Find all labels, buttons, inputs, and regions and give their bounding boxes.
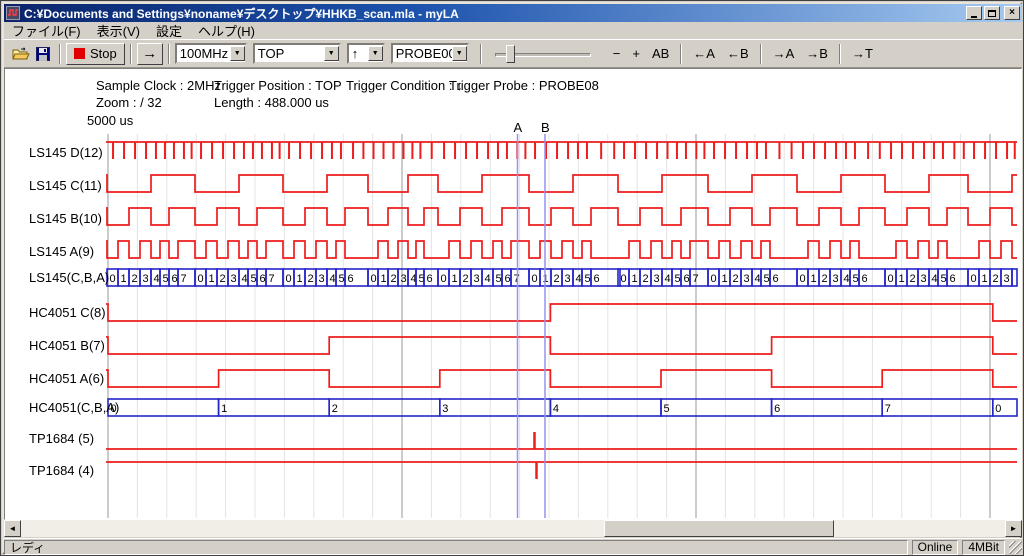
signal-label-ls145-c-b-a-: LS145(C,B,A) xyxy=(29,270,109,285)
horizontal-scrollbar[interactable]: ◄ ► xyxy=(4,520,1022,537)
trigger-probe-combo[interactable]: PROBE00 ▼ xyxy=(391,43,469,64)
signal-label-hc4051-a-6-: HC4051 A(6) xyxy=(29,371,104,386)
waveform-client-area[interactable] xyxy=(4,68,1022,520)
scroll-left-icon: ◄ xyxy=(9,524,17,533)
scroll-right-icon: ► xyxy=(1010,524,1018,533)
stop-icon xyxy=(74,48,85,59)
sample-clock-combo[interactable]: 100MHz ▼ xyxy=(175,43,247,64)
signal-label-tp1684-4-: TP1684 (4) xyxy=(29,463,94,478)
chevron-down-icon[interactable]: ▼ xyxy=(368,46,383,61)
toolbar-separator xyxy=(480,44,482,64)
menu-settings[interactable]: 設定 xyxy=(148,20,190,41)
zoom-slider-thumb[interactable] xyxy=(506,45,515,63)
open-folder-icon xyxy=(12,47,30,61)
signal-label-ls145-a-9-: LS145 A(9) xyxy=(29,244,94,259)
status-bar: レディ Online 4MBit xyxy=(4,538,1022,555)
menu-bar: ファイル(F) 表示(V) 設定 ヘルプ(H) xyxy=(4,22,1022,39)
status-message: レディ xyxy=(4,540,908,555)
run-button[interactable]: → xyxy=(137,43,163,65)
maximize-button[interactable] xyxy=(984,6,1000,20)
window-title: C:¥Documents and Settings¥noname¥デスクトップ¥… xyxy=(24,5,964,22)
scroll-left-button[interactable]: ◄ xyxy=(4,520,21,537)
toolbar: Stop → 100MHz ▼ TOP ▼ ↑ ▼ PROBE00 ▼ − + xyxy=(4,39,1022,68)
signal-label-hc4051-c-b-a-: HC4051(C,B,A) xyxy=(29,400,119,415)
length-info: Length : 488.000 us xyxy=(214,95,329,110)
trigger-probe-value: PROBE00 xyxy=(393,46,452,61)
signal-label-ls145-c-11-: LS145 C(11) xyxy=(29,178,102,193)
close-icon: × xyxy=(1009,8,1015,18)
sample-clock-info: Sample Clock : 2MHz xyxy=(96,78,221,93)
goto-cursor-a-left-button[interactable]: ←A xyxy=(687,44,721,63)
stop-label: Stop xyxy=(90,46,117,61)
signal-label-ls145-d-12-: LS145 D(12) xyxy=(29,145,103,160)
scroll-right-button[interactable]: ► xyxy=(1005,520,1022,537)
signal-label-hc4051-c-8-: HC4051 C(8) xyxy=(29,305,106,320)
stop-button[interactable]: Stop xyxy=(66,43,125,65)
save-floppy-icon xyxy=(36,47,50,61)
trigger-probe-info: Trigger Probe : PROBE08 xyxy=(449,78,599,93)
menu-help[interactable]: ヘルプ(H) xyxy=(190,20,263,41)
trigger-edge-combo[interactable]: ↑ ▼ xyxy=(347,43,385,64)
save-file-button[interactable] xyxy=(32,44,54,64)
trigger-position-info: Trigger Position : TOP xyxy=(214,78,342,93)
signal-label-tp1684-5-: TP1684 (5) xyxy=(29,431,94,446)
maximize-icon xyxy=(988,10,996,17)
zoom-slider[interactable] xyxy=(495,44,591,64)
zoom-out-button[interactable]: − xyxy=(607,44,627,63)
minimize-button[interactable] xyxy=(966,6,982,20)
chevron-down-icon[interactable]: ▼ xyxy=(452,46,467,61)
trigger-edge-value: ↑ xyxy=(349,46,368,61)
run-arrow-icon: → xyxy=(142,45,157,62)
zoom-info: Zoom : / 32 xyxy=(96,95,162,110)
status-online-badge: Online xyxy=(912,540,959,555)
trigger-condition-info: Trigger Condition : ↓ xyxy=(346,78,463,93)
app-icon xyxy=(6,6,20,20)
toolbar-separator xyxy=(130,44,132,64)
menu-file[interactable]: ファイル(F) xyxy=(4,20,89,41)
status-memory-badge: 4MBit xyxy=(962,540,1005,555)
goto-cursor-a-right-button[interactable]: →A xyxy=(767,44,801,63)
resize-grip[interactable] xyxy=(1009,541,1022,554)
scrollbar-thumb[interactable] xyxy=(604,520,834,537)
trigger-position-combo[interactable]: TOP ▼ xyxy=(253,43,341,64)
sample-clock-value: 100MHz xyxy=(177,46,230,61)
toolbar-separator xyxy=(59,44,61,64)
app-window: C:¥Documents and Settings¥noname¥デスクトップ¥… xyxy=(0,0,1024,556)
open-file-button[interactable] xyxy=(10,44,32,64)
menu-view[interactable]: 表示(V) xyxy=(89,20,148,41)
goto-cursor-b-left-button[interactable]: ←B xyxy=(721,44,755,63)
minimize-icon xyxy=(971,16,977,18)
zoom-in-button[interactable]: + xyxy=(626,44,646,63)
chevron-down-icon[interactable]: ▼ xyxy=(230,46,245,61)
close-button[interactable]: × xyxy=(1004,6,1020,20)
zoom-ab-button[interactable]: AB xyxy=(646,44,675,63)
goto-trigger-button[interactable]: →T xyxy=(846,44,879,63)
toolbar-separator xyxy=(168,44,170,64)
time-axis-label: 5000 us xyxy=(87,113,133,128)
trigger-position-value: TOP xyxy=(255,46,324,61)
goto-cursor-b-right-button[interactable]: →B xyxy=(800,44,834,63)
toolbar-separator xyxy=(839,44,841,64)
toolbar-separator xyxy=(760,44,762,64)
chevron-down-icon[interactable]: ▼ xyxy=(324,46,339,61)
toolbar-separator xyxy=(680,44,682,64)
signal-label-hc4051-b-7-: HC4051 B(7) xyxy=(29,338,105,353)
signal-label-ls145-b-10-: LS145 B(10) xyxy=(29,211,102,226)
